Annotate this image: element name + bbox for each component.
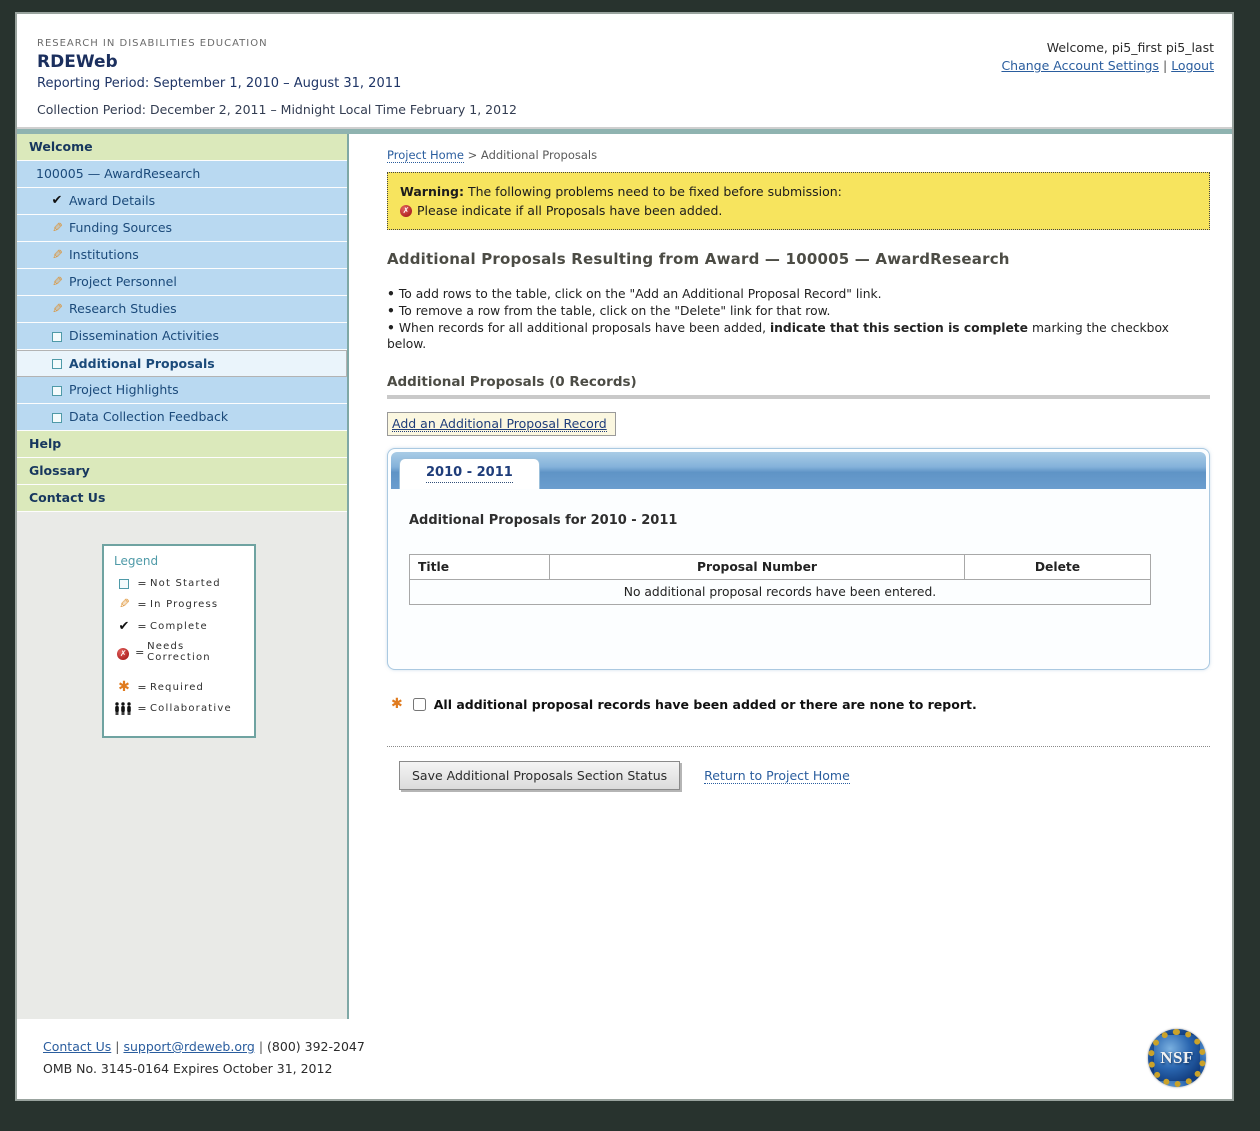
complete-icon: ✔ [48,188,66,214]
return-to-project-home-link[interactable]: Return to Project Home [704,768,850,784]
in-progress-icon: ✎ [52,216,63,242]
column-header-delete: Delete [965,555,1151,580]
reporting-period: Reporting Period: September 1, 2010 – Au… [37,76,517,91]
complete-icon: ✔ [114,619,134,634]
empty-table-message: No additional proposal records have been… [410,580,1151,605]
footer-phone: (800) 392-2047 [267,1039,365,1054]
in-progress-icon: ✎ [52,297,63,323]
sidebar-item-glossary[interactable]: Glossary [17,458,347,485]
in-progress-icon: ✎ [52,243,63,269]
sidebar-item-project-highlights[interactable]: Project Highlights [17,377,347,404]
sidebar-item-award[interactable]: 100005 — AwardResearch [17,161,347,188]
page-window: RESEARCH IN DISABILITIES EDUCATION RDEWe… [15,12,1234,1101]
panel-title: Additional Proposals for 2010 - 2011 [409,513,1188,528]
breadcrumb: Project Home > Additional Proposals [387,148,1210,162]
instruction-line: •To remove a row from the table, click o… [387,303,1210,319]
needs-correction-icon: ✗ [117,648,129,660]
tab-2010-2011[interactable]: 2010 - 2011 [399,458,540,489]
sidebar-item-dissemination-activities[interactable]: Dissemination Activities [17,323,347,350]
proposals-tab-panel: 2010 - 2011 Additional Proposals for 201… [387,448,1210,670]
nsf-logo: NSF [1148,1029,1206,1087]
footer-omb: OMB No. 3145-0164 Expires October 31, 20… [43,1058,365,1080]
heading-underline [387,395,1210,399]
tab-bar: 2010 - 2011 [391,452,1206,489]
instructions: •To add rows to the table, click on the … [387,286,1210,352]
header-separator [17,127,1232,134]
not-started-icon [52,413,62,423]
column-header-title: Title [410,555,550,580]
section-divider [387,746,1210,747]
link-separator: | [1163,58,1167,73]
change-account-settings-link[interactable]: Change Account Settings [1001,58,1159,73]
legend-title: Legend [114,554,244,568]
records-section-heading: Additional Proposals (0 Records) [387,374,1210,390]
not-started-icon [52,359,62,369]
in-progress-icon: ✎ [119,597,130,612]
sidebar-item-welcome[interactable]: Welcome [17,134,347,161]
sidebar-item-funding-sources[interactable]: ✎ Funding Sources [17,215,347,242]
footer-email-link[interactable]: support@rdeweb.org [123,1039,254,1054]
warning-text: The following problems need to be fixed … [464,184,842,199]
collection-period: Collection Period: December 2, 2011 – Mi… [37,102,517,117]
sidebar-item-data-collection-feedback[interactable]: Data Collection Feedback [17,404,347,431]
not-started-icon [52,332,62,342]
warning-banner: Warning: The following problems need to … [387,172,1210,230]
breadcrumb-current: Additional Proposals [481,148,597,162]
welcome-user: Welcome, pi5_first pi5_last [1001,40,1214,55]
required-icon: ✱ [114,679,134,695]
in-progress-icon: ✎ [52,270,63,296]
main-content: Project Home > Additional Proposals Warn… [349,134,1232,1019]
confirm-row: ✱ All additional proposal records have b… [391,696,1210,712]
header: RESEARCH IN DISABILITIES EDUCATION RDEWe… [17,14,1232,127]
instruction-line: •To add rows to the table, click on the … [387,286,1210,302]
instruction-line: •When records for all additional proposa… [387,320,1210,352]
confirm-label: All additional proposal records have bee… [434,697,977,712]
legend-row-not-started: = Not Started [114,576,244,590]
sidebar: Welcome 100005 — AwardResearch ✔ Award D… [17,134,347,1019]
collaborative-icon [114,702,134,715]
save-section-status-button[interactable]: Save Additional Proposals Section Status [399,761,680,790]
footer-contact-line: Contact Us | support@rdeweb.org | (800) … [43,1036,365,1058]
needs-correction-icon: ✗ [400,205,412,217]
proposals-table: Title Proposal Number Delete No addition… [409,554,1151,605]
sidebar-item-research-studies[interactable]: ✎ Research Studies [17,296,347,323]
sidebar-item-project-personnel[interactable]: ✎ Project Personnel [17,269,347,296]
add-proposal-record-button[interactable]: Add an Additional Proposal Record [387,412,616,436]
legend-row-needs-correction: ✗ = Needs Correction [114,641,244,663]
page-title: Additional Proposals Resulting from Awar… [387,250,1210,268]
legend-box: Legend = Not Started ✎ = In Progress ✔ = [102,544,256,738]
sidebar-item-award-details[interactable]: ✔ Award Details [17,188,347,215]
sidebar-item-institutions[interactable]: ✎ Institutions [17,242,347,269]
site-eyebrow: RESEARCH IN DISABILITIES EDUCATION [37,38,517,49]
app-title: RDEWeb [37,52,517,72]
not-started-icon [52,386,62,396]
not-started-icon [119,579,129,589]
legend-row-required: ✱ = Required [114,679,244,695]
required-icon: ✱ [391,696,403,712]
breadcrumb-project-home-link[interactable]: Project Home [387,148,464,163]
actions: Save Additional Proposals Section Status… [399,761,1210,790]
add-proposal-record-link[interactable]: Add an Additional Proposal Record [392,416,607,432]
table-row: No additional proposal records have been… [410,580,1151,605]
sidebar-item-help[interactable]: Help [17,431,347,458]
account-links: Change Account Settings | Logout [1001,58,1214,73]
warning-title: Warning: [400,184,464,199]
all-proposals-added-checkbox[interactable] [413,698,426,711]
column-header-proposal-number: Proposal Number [550,555,965,580]
legend-row-complete: ✔ = Complete [114,619,244,634]
warning-item-text: Please indicate if all Proposals have be… [417,201,722,220]
legend-row-collaborative: = Collaborative [114,702,244,715]
legend-row-in-progress: ✎ = In Progress [114,597,244,612]
sidebar-item-additional-proposals[interactable]: Additional Proposals [17,350,347,377]
footer-contact-us-link[interactable]: Contact Us [43,1039,111,1054]
footer: Contact Us | support@rdeweb.org | (800) … [17,1019,1232,1099]
logout-link[interactable]: Logout [1171,58,1214,73]
sidebar-item-contact-us[interactable]: Contact Us [17,485,347,512]
